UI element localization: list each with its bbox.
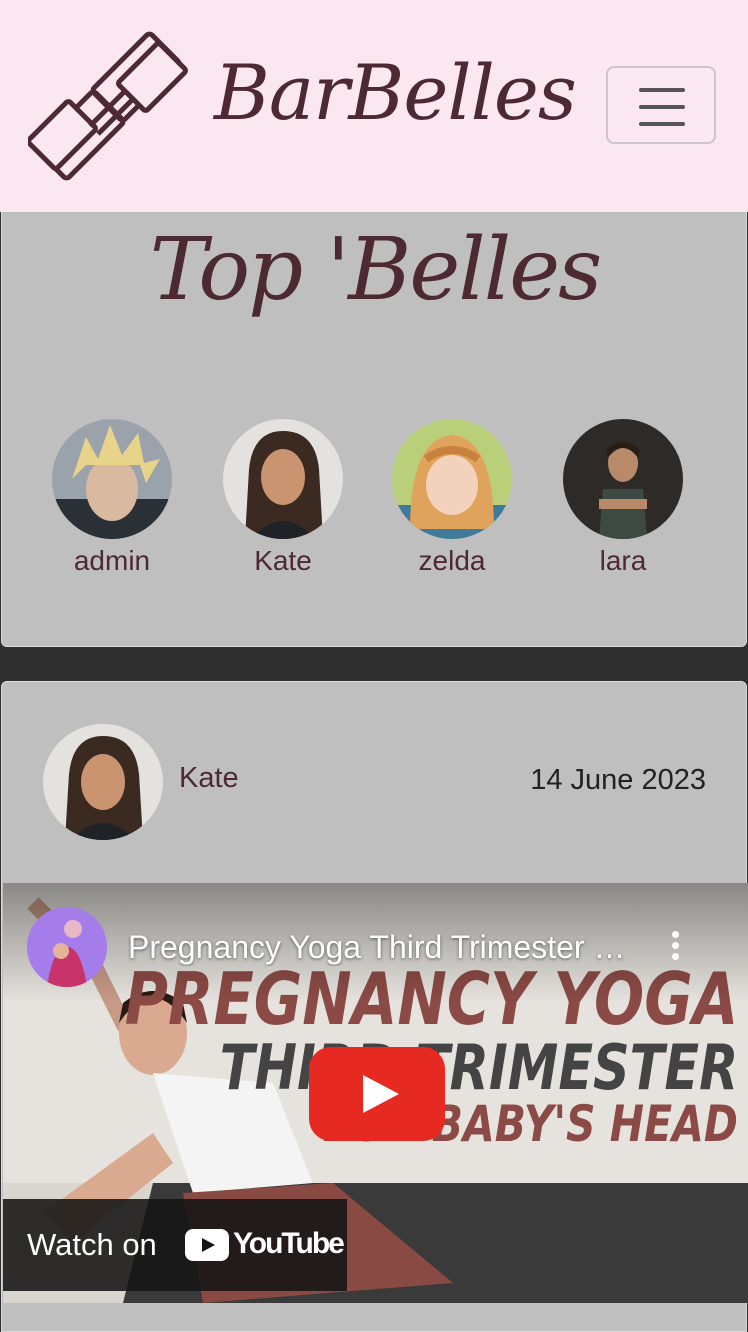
- thumbnail-line: THIRD TRIMESTER: [219, 1031, 738, 1104]
- dumbbell-icon[interactable]: [28, 24, 196, 188]
- top-belles-title: Top 'Belles: [149, 220, 603, 320]
- top-belle-name[interactable]: zelda: [372, 545, 532, 577]
- video-title[interactable]: Pregnancy Yoga Third Trimester For Baby'…: [128, 929, 628, 966]
- top-belle-kate[interactable]: Kate: [203, 419, 363, 577]
- watch-on-youtube-button[interactable]: Watch on YouTube: [3, 1199, 347, 1291]
- top-belle-zelda[interactable]: zelda: [372, 419, 532, 577]
- top-belle-name[interactable]: lara: [543, 545, 703, 577]
- watch-on-label: Watch on: [27, 1227, 157, 1262]
- channel-avatar[interactable]: [27, 907, 107, 987]
- hamburger-line: [639, 122, 685, 126]
- youtube-embed[interactable]: PREGNANCY YOGA THIRD TRIMESTER FOR BABY'…: [3, 883, 748, 1303]
- navbar-toggle-button[interactable]: [606, 66, 716, 144]
- top-belle-name[interactable]: admin: [32, 545, 192, 577]
- top-belles-card: Top 'Belles admin Kate zelda lara: [1, 212, 747, 647]
- avatar[interactable]: [52, 419, 172, 539]
- hamburger-line: [639, 105, 685, 109]
- top-belle-lara[interactable]: lara: [543, 419, 703, 577]
- brand-name[interactable]: BarBelles: [214, 48, 577, 137]
- post-card: Kate 14 June 2023 PREGNANCY YOGA THIRD T…: [1, 681, 748, 1332]
- hamburger-menu-icon: [639, 88, 685, 92]
- avatar[interactable]: [563, 419, 683, 539]
- youtube-wordmark: YouTube: [233, 1227, 345, 1260]
- post-date: 14 June 2023: [530, 764, 706, 796]
- avatar[interactable]: [223, 419, 343, 539]
- navbar: BarBelles: [0, 0, 748, 212]
- top-belle-admin[interactable]: admin: [32, 419, 192, 577]
- avatar[interactable]: [392, 419, 512, 539]
- post-author[interactable]: Kate: [179, 762, 239, 795]
- avatar[interactable]: [43, 724, 163, 840]
- top-belle-name[interactable]: Kate: [203, 545, 363, 577]
- more-vertical-icon[interactable]: [669, 931, 681, 965]
- youtube-logo-icon: [185, 1229, 229, 1261]
- play-icon[interactable]: [309, 1047, 445, 1141]
